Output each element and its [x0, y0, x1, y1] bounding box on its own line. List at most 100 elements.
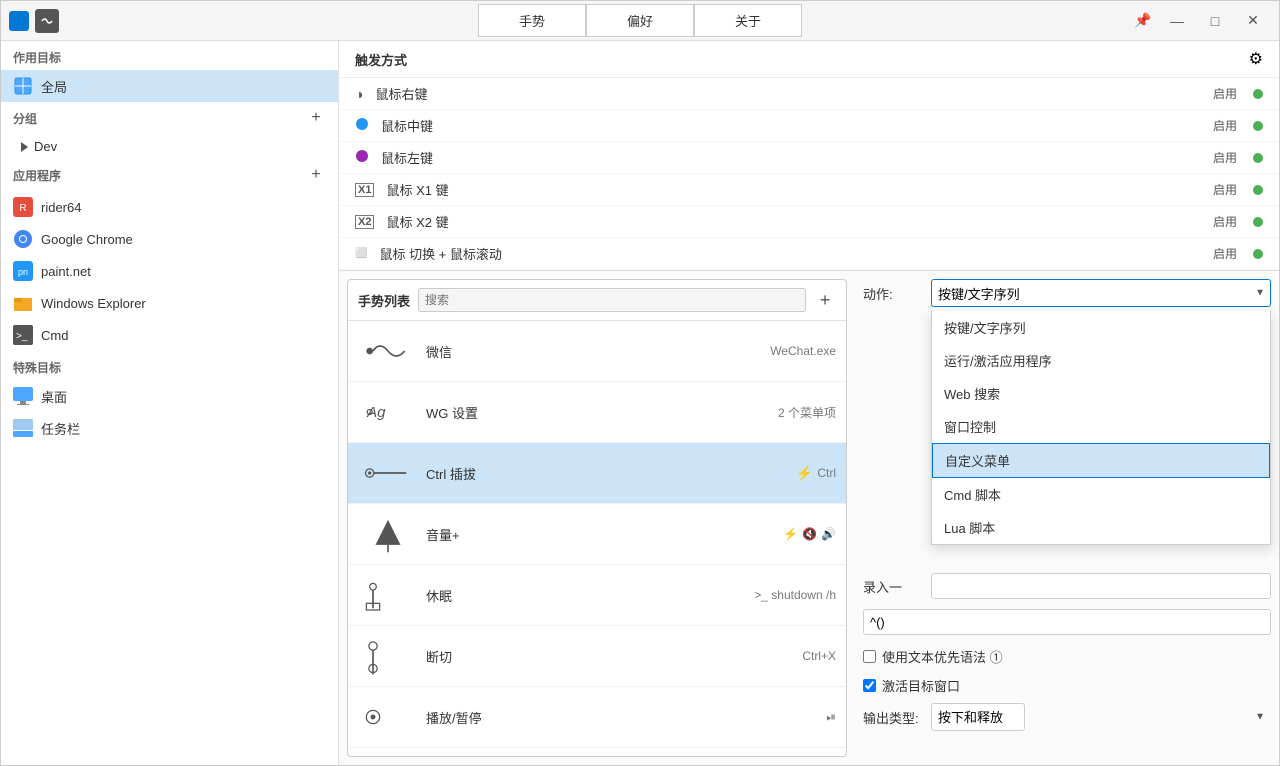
gesture-add-button[interactable]: +	[814, 289, 836, 311]
playpause-gesture-action: ⏯	[826, 710, 836, 725]
dropdown-item-cmdscript[interactable]: Cmd 脚本	[932, 478, 1270, 511]
ctrl-action-text: Ctrl	[817, 466, 836, 480]
trigger-wheel-status: 启用	[1213, 245, 1237, 262]
volume-gesture-action: ⚡ 🔇 🔊	[783, 527, 836, 541]
action-target-title: 作用目标	[1, 41, 338, 70]
trigger-x1-label: 鼠标 X1 键	[386, 180, 1201, 199]
trigger-row-x2: X2 鼠标 X2 键 启用	[339, 206, 1279, 238]
dropdown-item-winctrl[interactable]: 窗口控制	[932, 410, 1270, 443]
sidebar-item-global[interactable]: 全局	[1, 70, 338, 102]
sidebar-item-rider64[interactable]: R rider64	[1, 191, 338, 223]
sidebar-item-paintnet[interactable]: pn paint.net	[1, 255, 338, 287]
gesture-row-weixin[interactable]: 微信 WeChat.exe	[348, 321, 846, 382]
gesture-row-wg[interactable]: Ag WG 设置 2 个菜单项	[348, 382, 846, 443]
svg-text:pn: pn	[18, 267, 28, 277]
main-window: 手势 偏好 关于 📌 — □ ✕ 作用目标 全局 分组 +	[0, 0, 1280, 766]
ctrl-gesture-name: Ctrl 插拔	[426, 464, 788, 483]
tab-gestures[interactable]: 手势	[478, 4, 586, 37]
trigger-x2-status: 启用	[1213, 213, 1237, 230]
taskbar-label: 任务栏	[41, 419, 80, 438]
cmd-label: Cmd	[41, 328, 68, 343]
output-type-label: 输出类型:	[863, 708, 923, 727]
action-input-field[interactable]	[931, 573, 1271, 599]
activate-window-row: 激活目标窗口	[863, 674, 1271, 697]
action-textarea-field[interactable]	[863, 609, 1271, 635]
vol-icon2: 🔊	[821, 527, 836, 541]
output-type-row: 输出类型: 按下和释放 按住 释放 ▼	[863, 703, 1271, 731]
dropdown-item-luascript[interactable]: Lua 脚本	[932, 511, 1270, 544]
pin-button[interactable]: 📌	[1129, 7, 1157, 35]
sidebar-item-dev[interactable]: Dev	[1, 134, 338, 159]
cut-gesture-icon	[358, 634, 418, 678]
rider64-icon: R	[13, 197, 33, 217]
sidebar-item-taskbar[interactable]: 任务栏	[1, 412, 338, 444]
gesture-row-playpause[interactable]: 播放/暂停 ⏯	[348, 687, 846, 748]
trigger-wheel-dot	[1253, 249, 1263, 259]
sidebar-item-cmd[interactable]: >_ Cmd	[1, 319, 338, 351]
trigger-row-x1: X1 鼠标 X1 键 启用	[339, 174, 1279, 206]
weixin-gesture-action: WeChat.exe	[770, 344, 836, 358]
main-content: 作用目标 全局 分组 + Dev 应用程序 +	[1, 41, 1279, 765]
tab-preferences[interactable]: 偏好	[586, 4, 694, 37]
dropdown-item-runapp[interactable]: 运行/激活应用程序	[932, 344, 1270, 377]
input-row: 录入一	[863, 573, 1271, 599]
dropdown-item-custommenu[interactable]: 自定义菜单	[932, 443, 1270, 478]
tab-about[interactable]: 关于	[694, 4, 802, 37]
apps-add-button[interactable]: +	[306, 165, 326, 185]
trigger-row-middle: 鼠标中键 启用	[339, 110, 1279, 142]
desktop-label: 桌面	[41, 387, 67, 406]
sidebar-item-winexplorer[interactable]: Windows Explorer	[1, 287, 338, 319]
expand-arrow-icon	[21, 142, 28, 152]
trigger-x1-dot	[1253, 185, 1263, 195]
apps-section-header: 应用程序 +	[1, 159, 338, 191]
ctrl-gesture-icon	[358, 451, 418, 495]
cmd-icon: >_	[13, 325, 33, 345]
trigger-settings-icon[interactable]: ⚙	[1249, 49, 1263, 69]
text-priority-checkbox[interactable]	[863, 650, 876, 663]
action-selected-value: 按键/文字序列	[938, 284, 1020, 303]
sidebar-global-label: 全局	[41, 77, 67, 96]
group-dev-label: Dev	[34, 139, 57, 154]
dropdown-item-websearch[interactable]: Web 搜索	[932, 377, 1270, 410]
activate-window-checkbox[interactable]	[863, 679, 876, 692]
gesture-area: 手势列表 + 微信 WeChat.exe	[339, 271, 1279, 765]
gesture-list-title: 手势列表	[358, 291, 410, 310]
gesture-row-sleep[interactable]: 休眠 >_ shutdown /h	[348, 565, 846, 626]
output-type-select-wrapper: 按下和释放 按住 释放 ▼	[931, 703, 1271, 731]
action-label: 动作:	[863, 284, 923, 303]
output-type-select[interactable]: 按下和释放 按住 释放	[931, 703, 1025, 731]
groups-add-button[interactable]: +	[306, 108, 326, 128]
x2-btn-icon: X2	[355, 215, 374, 229]
cut-gesture-action: Ctrl+X	[802, 649, 836, 663]
action-panel: 动作: 按键/文字序列 ▼ 按键/文字序列 运行/激活应用程序 Web 搜索	[855, 271, 1279, 765]
gesture-row-cut[interactable]: 断切 Ctrl+X	[348, 626, 846, 687]
action-dropdown-trigger[interactable]: 按键/文字序列	[931, 279, 1271, 307]
trigger-middle-status: 启用	[1213, 117, 1237, 134]
rider64-label: rider64	[41, 200, 81, 215]
right-panel: 触发方式 ⚙ ◑ 鼠标右键 启用 鼠标中键 启用	[339, 41, 1279, 765]
gesture-row-volume[interactable]: 音量+ ⚡ 🔇 🔊	[348, 504, 846, 565]
maximize-button[interactable]: □	[1197, 5, 1233, 37]
ctrl-gesture-action: ⚡ Ctrl	[796, 465, 836, 482]
trigger-right-dot	[1253, 89, 1263, 99]
svg-text:>_: >_	[16, 331, 28, 342]
volume-lightning-icon: ⚡	[783, 527, 798, 541]
winexplorer-icon	[13, 293, 33, 313]
weixin-gesture-name: 微信	[426, 342, 762, 361]
trigger-left-label: 鼠标左键	[381, 148, 1201, 167]
gesture-row-ctrl[interactable]: Ctrl 插拔 ⚡ Ctrl	[348, 443, 846, 504]
trigger-left-dot	[1253, 153, 1263, 163]
trigger-right-status: 启用	[1213, 85, 1237, 102]
minimize-button[interactable]: —	[1159, 5, 1195, 37]
sleep-gesture-action: >_ shutdown /h	[754, 588, 836, 602]
sleep-gesture-name: 休眠	[426, 586, 746, 605]
close-button[interactable]: ✕	[1235, 5, 1271, 37]
dropdown-item-keyseq[interactable]: 按键/文字序列	[932, 311, 1270, 344]
title-tabs: 手势 偏好 关于	[478, 4, 802, 37]
gesture-search-input[interactable]	[418, 288, 806, 312]
action-select-row: 动作: 按键/文字序列 ▼ 按键/文字序列 运行/激活应用程序 Web 搜索	[863, 279, 1271, 307]
sidebar-item-desktop[interactable]: 桌面	[1, 380, 338, 412]
logo-gesture-icon	[35, 9, 59, 33]
sidebar-item-chrome[interactable]: Google Chrome	[1, 223, 338, 255]
taskbar-icon	[13, 418, 33, 438]
